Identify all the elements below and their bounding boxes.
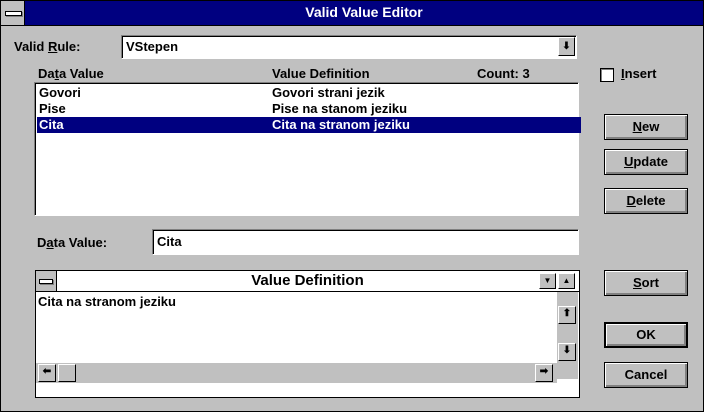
value-definition-title: Value Definition bbox=[36, 271, 579, 292]
scroll-down-icon[interactable]: ⬇ bbox=[558, 343, 576, 361]
insert-label[interactable]: Insert bbox=[621, 66, 656, 81]
list-item-definition: Govori strani jezik bbox=[272, 85, 385, 100]
list-item-value: Cita bbox=[39, 117, 64, 132]
list-item[interactable]: Pise Pise na stanom jeziku bbox=[37, 101, 581, 117]
list-item-definition: Pise na stanom jeziku bbox=[272, 101, 408, 116]
valid-value-editor-window: Valid Value Editor Valid Rule: VStepen ⬇… bbox=[0, 0, 704, 412]
list-item[interactable]: Govori Govori strani jezik bbox=[37, 85, 581, 101]
scroll-thumb[interactable] bbox=[58, 364, 76, 382]
data-value-column-header: Data Value bbox=[38, 66, 104, 81]
valid-rule-value: VStepen bbox=[126, 39, 179, 54]
list-item-value: Pise bbox=[39, 101, 66, 116]
valid-rule-combobox[interactable]: VStepen ⬇ bbox=[121, 35, 577, 59]
system-menu-button[interactable] bbox=[1, 1, 25, 25]
system-menu-icon bbox=[5, 11, 22, 16]
scroll-right-icon[interactable]: ➡ bbox=[535, 364, 553, 382]
minimize-icon[interactable]: ▼ bbox=[539, 273, 556, 289]
data-value-text: Cita bbox=[157, 234, 182, 249]
scroll-up-icon[interactable]: ⬆ bbox=[558, 306, 576, 324]
insert-checkbox[interactable] bbox=[600, 68, 614, 82]
update-button[interactable]: Update bbox=[604, 149, 688, 175]
cancel-button[interactable]: Cancel bbox=[604, 362, 688, 388]
value-definition-text[interactable]: Cita na stranom jeziku bbox=[38, 294, 176, 309]
valid-values-list[interactable]: Govori Govori strani jezik Pise Pise na … bbox=[34, 82, 581, 216]
new-button[interactable]: New bbox=[604, 114, 688, 140]
window-title: Valid Value Editor bbox=[305, 4, 423, 20]
list-item-definition: Cita na stranom jeziku bbox=[272, 117, 410, 132]
delete-button[interactable]: Delete bbox=[604, 188, 688, 214]
horizontal-scrollbar[interactable] bbox=[36, 363, 557, 383]
title-bar: Valid Value Editor bbox=[1, 1, 703, 26]
scroll-left-icon[interactable]: ⬅ bbox=[38, 364, 56, 382]
data-value-input[interactable]: Cita bbox=[152, 229, 579, 255]
count-label: Count: 3 bbox=[477, 66, 530, 81]
child-system-menu-button[interactable] bbox=[36, 271, 57, 291]
list-item-value: Govori bbox=[39, 85, 81, 100]
maximize-icon[interactable]: ▲ bbox=[558, 273, 575, 289]
valid-rule-label: Valid Rule: bbox=[14, 39, 81, 54]
value-definition-column-header: Value Definition bbox=[272, 66, 370, 81]
ok-button[interactable]: OK bbox=[604, 322, 688, 348]
system-menu-icon bbox=[39, 279, 53, 284]
list-item-selected[interactable]: Cita Cita na stranom jeziku bbox=[37, 117, 581, 133]
data-value-label: Data Value: bbox=[37, 235, 108, 250]
value-definition-window: Value Definition ▼ ▲ Cita na stranom jez… bbox=[35, 270, 580, 398]
dropdown-arrow-icon[interactable]: ⬇ bbox=[558, 37, 575, 56]
sort-button[interactable]: Sort bbox=[604, 270, 688, 296]
